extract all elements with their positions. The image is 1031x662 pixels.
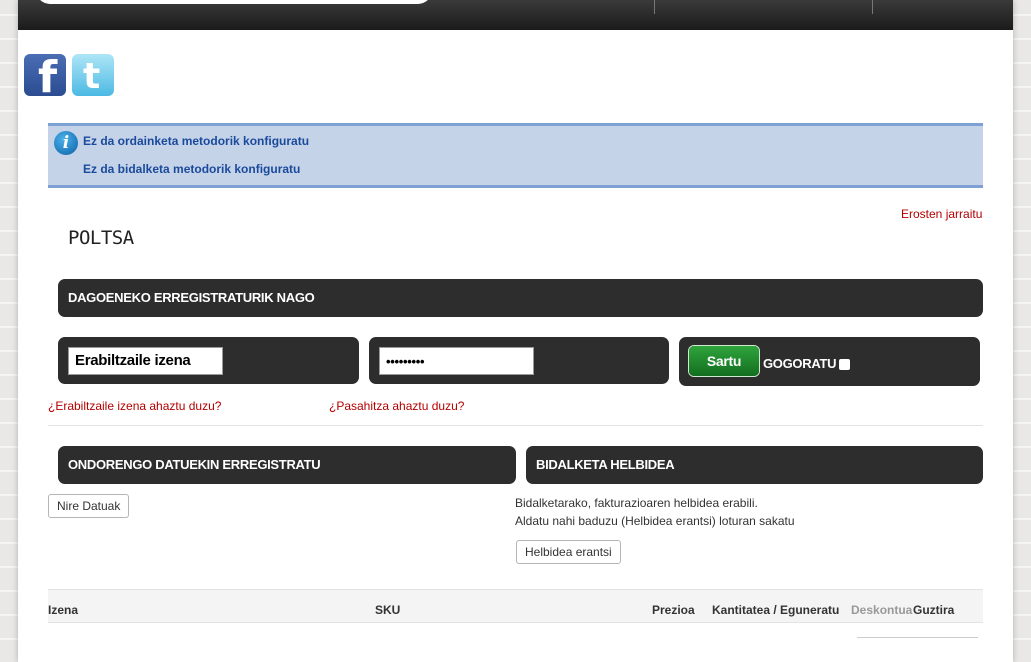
forgot-password-link[interactable]: ¿Pasahitza ahaztu duzu? xyxy=(329,399,464,413)
username-input[interactable]: Erabiltzaile izena xyxy=(68,347,223,375)
facebook-icon[interactable]: f xyxy=(24,52,66,103)
shipping-text-change: Aldatu nahi baduzu (Helbidea erantsi) lo… xyxy=(515,514,795,528)
shipping-header-label: BIDALKETA HELBIDEA xyxy=(536,457,675,472)
cart-title: POLTSA xyxy=(68,227,134,249)
top-menu-divider xyxy=(654,0,655,14)
register-header: ONDORENGO DATUEKIN ERREGISTRATU xyxy=(58,446,516,484)
column-quantity: Kantitatea / Eguneratu xyxy=(712,603,840,617)
submit-panel: Sartu GOGORATU xyxy=(679,337,980,386)
top-search-field[interactable] xyxy=(36,0,432,4)
top-bar xyxy=(18,0,1013,30)
password-panel: ••••••••• xyxy=(369,337,669,384)
register-header-label: ONDORENGO DATUEKIN ERREGISTRATU xyxy=(68,457,321,472)
shipping-text-billing: Bidalketarako, fakturazioaren helbidea e… xyxy=(515,496,758,510)
login-header-label: DAGOENEKO ERREGISTRATURIK NAGO xyxy=(68,290,315,305)
info-icon: i xyxy=(54,131,78,155)
remember-checkbox[interactable] xyxy=(839,359,850,370)
column-name: Izena xyxy=(48,603,79,617)
column-total: Guztira xyxy=(913,603,955,617)
my-data-button[interactable]: Nire Datuak xyxy=(48,494,130,518)
add-address-button[interactable]: Helbidea erantsi xyxy=(516,540,621,564)
total-underline xyxy=(857,637,978,638)
info-message-box: i Ez da ordainketa metodorik konfiguratu… xyxy=(48,123,983,188)
password-input[interactable]: ••••••••• xyxy=(379,347,534,375)
column-sku: SKU xyxy=(375,603,401,617)
page: f t i Ez da ordainketa metodorik konfigu… xyxy=(18,0,1013,662)
info-payment-message: Ez da ordainketa metodorik konfiguratu xyxy=(83,134,310,148)
login-header: DAGOENEKO ERREGISTRATURIK NAGO xyxy=(58,279,983,317)
divider xyxy=(48,622,983,623)
divider xyxy=(48,425,983,426)
username-panel: Erabiltzaile izena xyxy=(58,337,359,384)
continue-shopping-link[interactable]: Erosten jarraitu xyxy=(901,207,982,221)
shipping-header: BIDALKETA HELBIDEA xyxy=(526,446,983,484)
twitter-icon[interactable]: t xyxy=(72,54,114,97)
info-shipping-message: Ez da bidalketa metodorik konfiguratu xyxy=(83,162,301,176)
login-submit-button[interactable]: Sartu xyxy=(689,346,759,376)
forgot-username-link[interactable]: ¿Erabiltzaile izena ahaztu duzu? xyxy=(48,399,221,413)
table-header-row xyxy=(48,590,983,622)
top-menu-divider xyxy=(872,0,873,14)
column-discount: Deskontua xyxy=(851,603,913,617)
remember-label: GOGORATU xyxy=(763,356,837,371)
column-price: Prezioa xyxy=(652,603,695,617)
